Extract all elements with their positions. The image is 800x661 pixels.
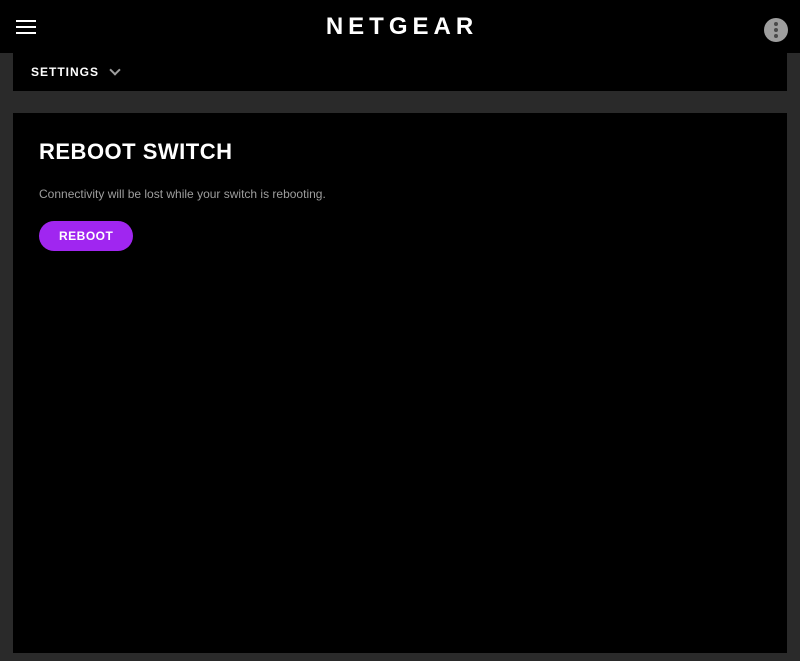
reboot-button[interactable]: REBOOT [39,221,133,251]
hamburger-menu-icon[interactable] [12,16,40,38]
more-options-icon[interactable] [764,18,788,42]
breadcrumb-bar[interactable]: SETTINGS [13,53,787,91]
content-panel: REBOOT SWITCH Connectivity will be lost … [13,113,787,653]
chevron-down-icon [109,64,120,75]
top-bar: NETGEAR [0,0,800,53]
panel-title: REBOOT SWITCH [39,139,761,165]
brand-logo: NETGEAR [326,13,478,41]
breadcrumb-label: SETTINGS [31,65,99,79]
panel-description: Connectivity will be lost while your swi… [39,187,761,201]
